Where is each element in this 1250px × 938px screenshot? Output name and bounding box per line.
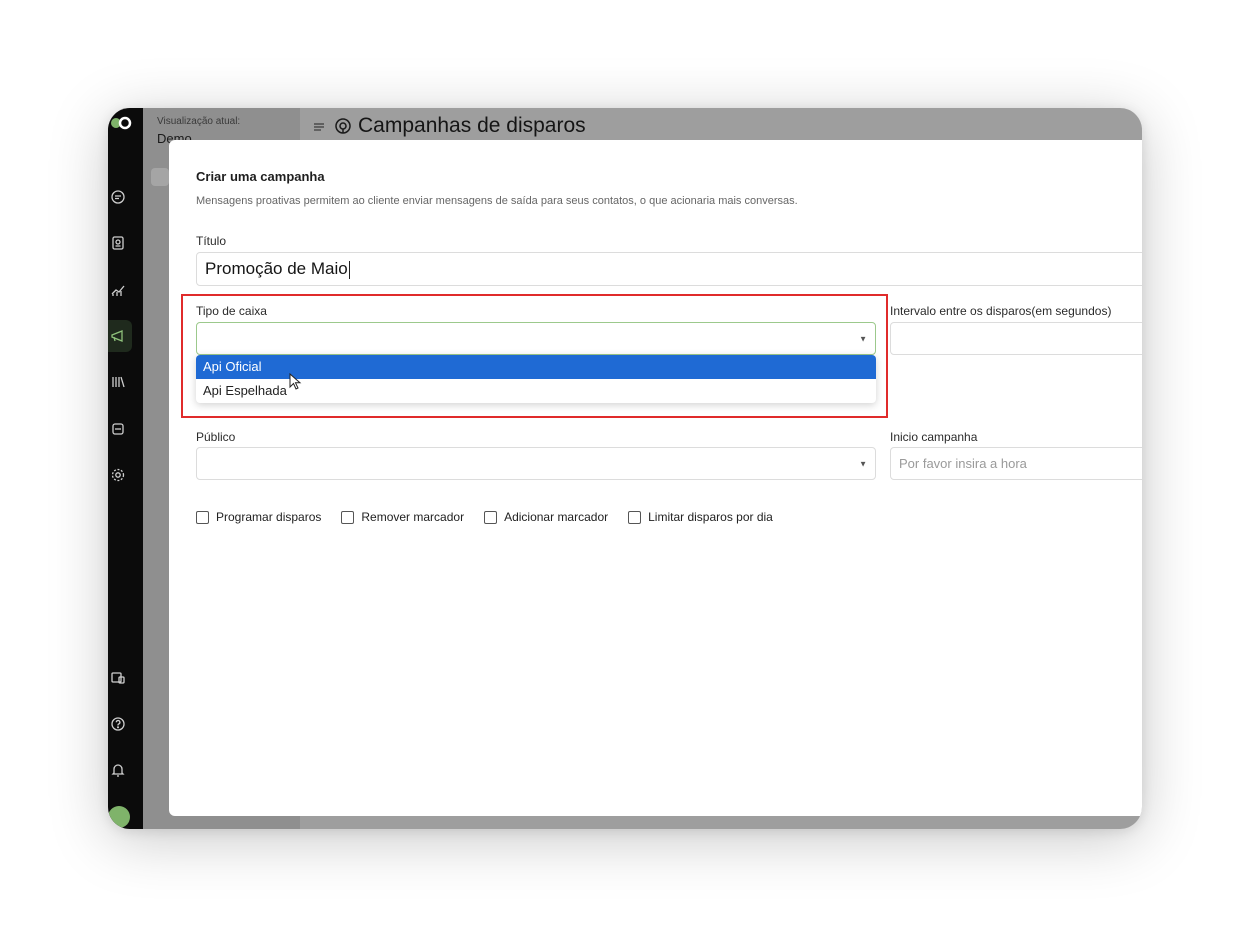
app-window: Visualização atual: Demo Campanhas de di… xyxy=(108,108,1142,829)
modal-description: Mensagens proativas permitem ao cliente … xyxy=(196,195,798,207)
text-caret xyxy=(348,260,350,279)
start-label: Inicio campanha xyxy=(890,430,978,444)
checkbox-label: Programar disparos xyxy=(216,510,322,524)
checkbox-label: Limitar disparos por dia xyxy=(648,510,773,524)
start-time-input[interactable]: Por favor insira a hora xyxy=(890,447,1142,480)
inbox-chip[interactable] xyxy=(151,168,169,186)
page-title: Campanhas de disparos xyxy=(358,114,586,137)
options-checkboxes: Programar disparos Remover marcador Adic… xyxy=(196,510,793,524)
bot-icon[interactable] xyxy=(110,421,126,437)
interval-input[interactable] xyxy=(890,322,1142,355)
audience-label: Público xyxy=(196,430,236,444)
title-label: Título xyxy=(196,234,227,248)
logo-icon xyxy=(111,116,132,130)
library-icon[interactable] xyxy=(110,374,126,390)
contacts-icon[interactable] xyxy=(110,235,126,251)
icon-rail xyxy=(108,108,143,829)
campaign-icon[interactable] xyxy=(110,328,126,344)
chevron-down-icon: ▼ xyxy=(859,459,867,468)
start-time-placeholder: Por favor insira a hora xyxy=(899,456,1027,471)
checkbox-label: Adicionar marcador xyxy=(504,510,609,524)
chevron-down-icon: ▼ xyxy=(859,334,867,343)
inbox-type-select[interactable]: ▼ xyxy=(196,322,876,355)
reports-icon[interactable] xyxy=(110,282,126,298)
bell-icon[interactable] xyxy=(110,762,126,778)
checkbox-add-tag[interactable]: Adicionar marcador xyxy=(484,510,608,524)
modal-title: Criar uma campanha xyxy=(196,169,325,184)
checkbox-daily-limit[interactable]: Limitar disparos por dia xyxy=(628,510,773,524)
checkbox-label: Remover marcador xyxy=(361,510,465,524)
checkbox-box[interactable] xyxy=(484,510,498,524)
chat-icon[interactable] xyxy=(110,189,126,205)
current-view-label: Visualização atual: xyxy=(157,116,241,127)
checkbox-box[interactable] xyxy=(196,510,209,524)
avatar[interactable] xyxy=(108,806,130,828)
inbox-type-label: Tipo de caixa xyxy=(196,304,267,318)
title-input[interactable]: Promoção de Maio xyxy=(196,252,1142,286)
create-campaign-modal: Criar uma campanha Mensagens proativas p… xyxy=(169,140,1142,816)
checkbox-box[interactable] xyxy=(628,510,642,524)
settings-icon[interactable] xyxy=(110,467,126,483)
help-icon[interactable] xyxy=(110,716,126,732)
checkbox-schedule[interactable]: Programar disparos xyxy=(196,510,321,524)
interval-label: Intervalo entre os disparos(em segundos) xyxy=(890,304,1112,318)
dashboard-icon[interactable] xyxy=(110,670,126,686)
audience-select[interactable]: ▼ xyxy=(196,447,876,480)
campaign-header-icon xyxy=(334,117,352,135)
title-input-value: Promoção de Maio xyxy=(205,259,348,278)
mouse-pointer-icon xyxy=(289,373,302,390)
checkbox-box[interactable] xyxy=(341,510,355,524)
checkbox-remove-tag[interactable]: Remover marcador xyxy=(341,510,464,524)
menu-icon[interactable] xyxy=(312,120,326,134)
